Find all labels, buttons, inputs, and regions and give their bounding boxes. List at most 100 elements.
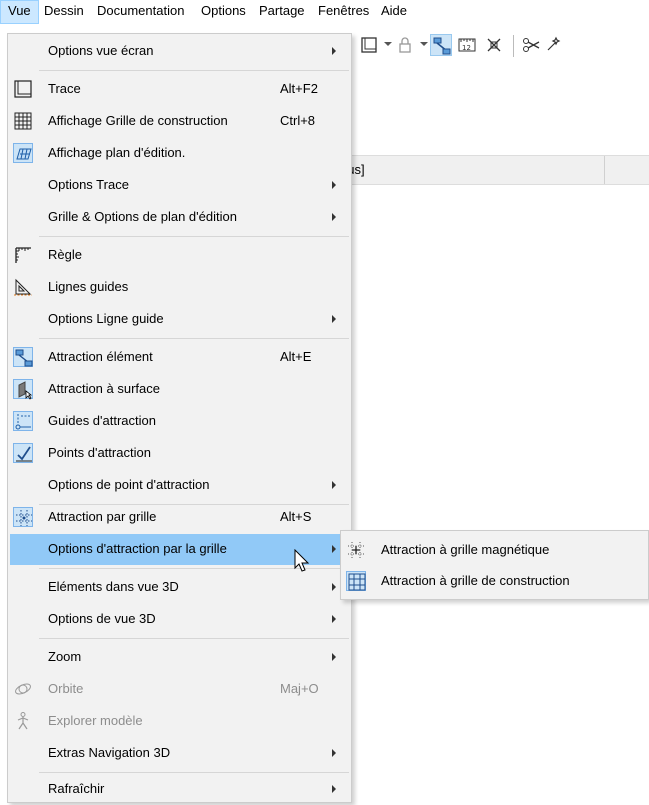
menu-item-grille-options-plan[interactable]: Grille & Options de plan d'édition [10,202,349,233]
intersection-icon[interactable] [483,34,505,56]
menu-item-regle[interactable]: Règle [10,240,349,271]
menubar-dessin[interactable]: Dessin [37,0,91,24]
menu-item-rafraichir[interactable]: Rafraîchir [10,774,349,805]
svg-text:12: 12 [462,44,471,52]
menu-item-attraction-surface[interactable]: Attraction à surface [10,374,349,405]
explorer-walk-icon [13,711,33,731]
menu-item-label: Affichage plan d'édition. [48,145,186,160]
menubar-aide[interactable]: Aide [374,0,414,24]
submenu-arrow-icon [332,583,336,591]
menu-item-label: Options de vue 3D [48,611,156,626]
menubar-partage[interactable]: Partage [252,0,312,24]
menu-item-label: Attraction à surface [48,381,160,396]
grid-snap-options-submenu: Attraction à grille magnétique Attractio… [340,530,649,600]
menu-item-label: Attraction par grille [48,509,157,524]
guide-lines-icon [13,277,33,297]
surface-snap-icon [13,379,33,400]
menu-item-label: Options Ligne guide [48,311,164,326]
submenu-arrow-icon [332,653,336,661]
toolbar: 12 [340,24,649,66]
scissors-icon[interactable] [520,34,542,56]
chevron-down-icon[interactable] [420,42,428,46]
editing-plane-icon [13,143,33,163]
menu-item-label: Orbite [48,681,84,696]
submenu-arrow-icon [332,545,336,553]
construction-grid-icon [13,111,33,131]
menu-item-options-vue-3d[interactable]: Options de vue 3D [10,604,349,635]
menu-item-label: Rafraîchir [48,781,105,796]
submenu-arrow-icon [332,47,336,55]
lock-icon[interactable] [394,34,416,56]
menu-item-options-ligne-guide[interactable]: Options Ligne guide [10,304,349,335]
shortcut-label: Maj+O [280,681,319,696]
menubar-documentation[interactable]: Documentation [90,0,191,24]
mouse-cursor-icon [294,549,310,572]
column-divider [604,156,605,184]
menu-item-label: Options Trace [48,177,129,192]
menu-item-label: Points d'attraction [48,445,151,460]
menu-item-plan-edition[interactable]: Affichage plan d'édition. [10,138,349,169]
menu-separator [39,236,349,237]
shortcut-label: Alt+F2 [280,81,318,96]
submenu-arrow-icon [332,615,336,623]
menu-separator [39,338,349,339]
menu-item-grille-construction[interactable]: Affichage Grille de construction Ctrl+8 [10,106,349,137]
submenu-item-grille-construction[interactable]: Attraction à grille de construction [343,566,648,596]
ruler-icon [13,245,33,265]
menubar-vue[interactable]: Vue [0,0,39,24]
element-snap-icon [13,347,33,367]
submenu-item-grille-magnetique[interactable]: Attraction à grille magnétique [343,535,648,565]
menu-item-options-vue-ecran[interactable]: Options vue écran [10,36,349,67]
menu-item-label: Eléments dans vue 3D [48,579,179,594]
trace-icon [13,79,33,99]
chevron-down-icon[interactable] [384,42,392,46]
menu-item-extras-navigation-3d[interactable]: Extras Navigation 3D [10,738,349,769]
construction-grid-snap-icon [346,571,366,591]
magic-wand-icon[interactable] [544,34,566,56]
menu-separator [39,772,349,773]
submenu-arrow-icon [332,785,336,793]
submenu-arrow-icon [332,315,336,323]
menu-item-label: Zoom [48,649,82,664]
menu-item-elements-vue-3d[interactable]: Eléments dans vue 3D [10,572,349,603]
menu-item-guides-attraction[interactable]: Guides d'attraction [10,406,349,437]
grid-snap-icon [13,507,33,527]
snap-guides-icon [13,411,33,431]
toolbar-divider [513,35,514,57]
menu-item-label: Extras Navigation 3D [48,745,171,760]
menu-separator [39,638,349,639]
menu-item-label: Attraction élément [48,349,153,364]
submenu-arrow-icon [332,749,336,757]
ruler-12-icon[interactable]: 12 [456,34,478,56]
menu-item-label: Lignes guides [48,279,129,294]
menu-item-options-point-attraction[interactable]: Options de point d'attraction [10,470,349,501]
menu-item-trace[interactable]: Trace Alt+F2 [10,74,349,105]
magnetic-grid-icon [346,540,366,560]
menu-item-zoom[interactable]: Zoom [10,642,349,673]
menu-item-label: Grille & Options de plan d'édition [48,209,237,224]
menu-item-label: Explorer modèle [48,713,143,728]
menu-item-label: Options vue écran [48,43,154,58]
menu-item-label: Règle [48,247,82,262]
menu-item-label: Trace [48,81,81,96]
shortcut-label: Alt+E [280,349,312,364]
element-snap-icon[interactable] [430,34,452,56]
menu-item-label: Guides d'attraction [48,413,156,428]
menu-item-label: Options de point d'attraction [48,477,210,492]
menu-item-points-attraction[interactable]: Points d'attraction [10,438,349,469]
menu-item-label: Options d'attraction par la grille [48,541,227,556]
menu-item-label: Affichage Grille de construction [48,113,228,128]
vue-dropdown-menu: Options vue écran Trace Alt+F2 Affichage… [7,33,352,803]
submenu-arrow-icon [332,181,336,189]
submenu-arrow-icon [332,481,336,489]
menubar-fenetres[interactable]: Fenêtres [311,0,376,24]
menu-item-attraction-par-grille[interactable]: Attraction par grille Alt+S [10,502,349,533]
menu-item-lignes-guides[interactable]: Lignes guides [10,272,349,303]
submenu-item-label: Attraction à grille de construction [381,573,570,588]
menu-item-options-trace[interactable]: Options Trace [10,170,349,201]
frame-tool-icon[interactable] [358,34,380,56]
menubar-options[interactable]: Options [194,0,253,24]
menu-item-attraction-element[interactable]: Attraction élément Alt+E [10,342,349,373]
background-panel-header: ous] [340,155,649,185]
menu-item-explorer-modele: Explorer modèle [10,706,349,737]
